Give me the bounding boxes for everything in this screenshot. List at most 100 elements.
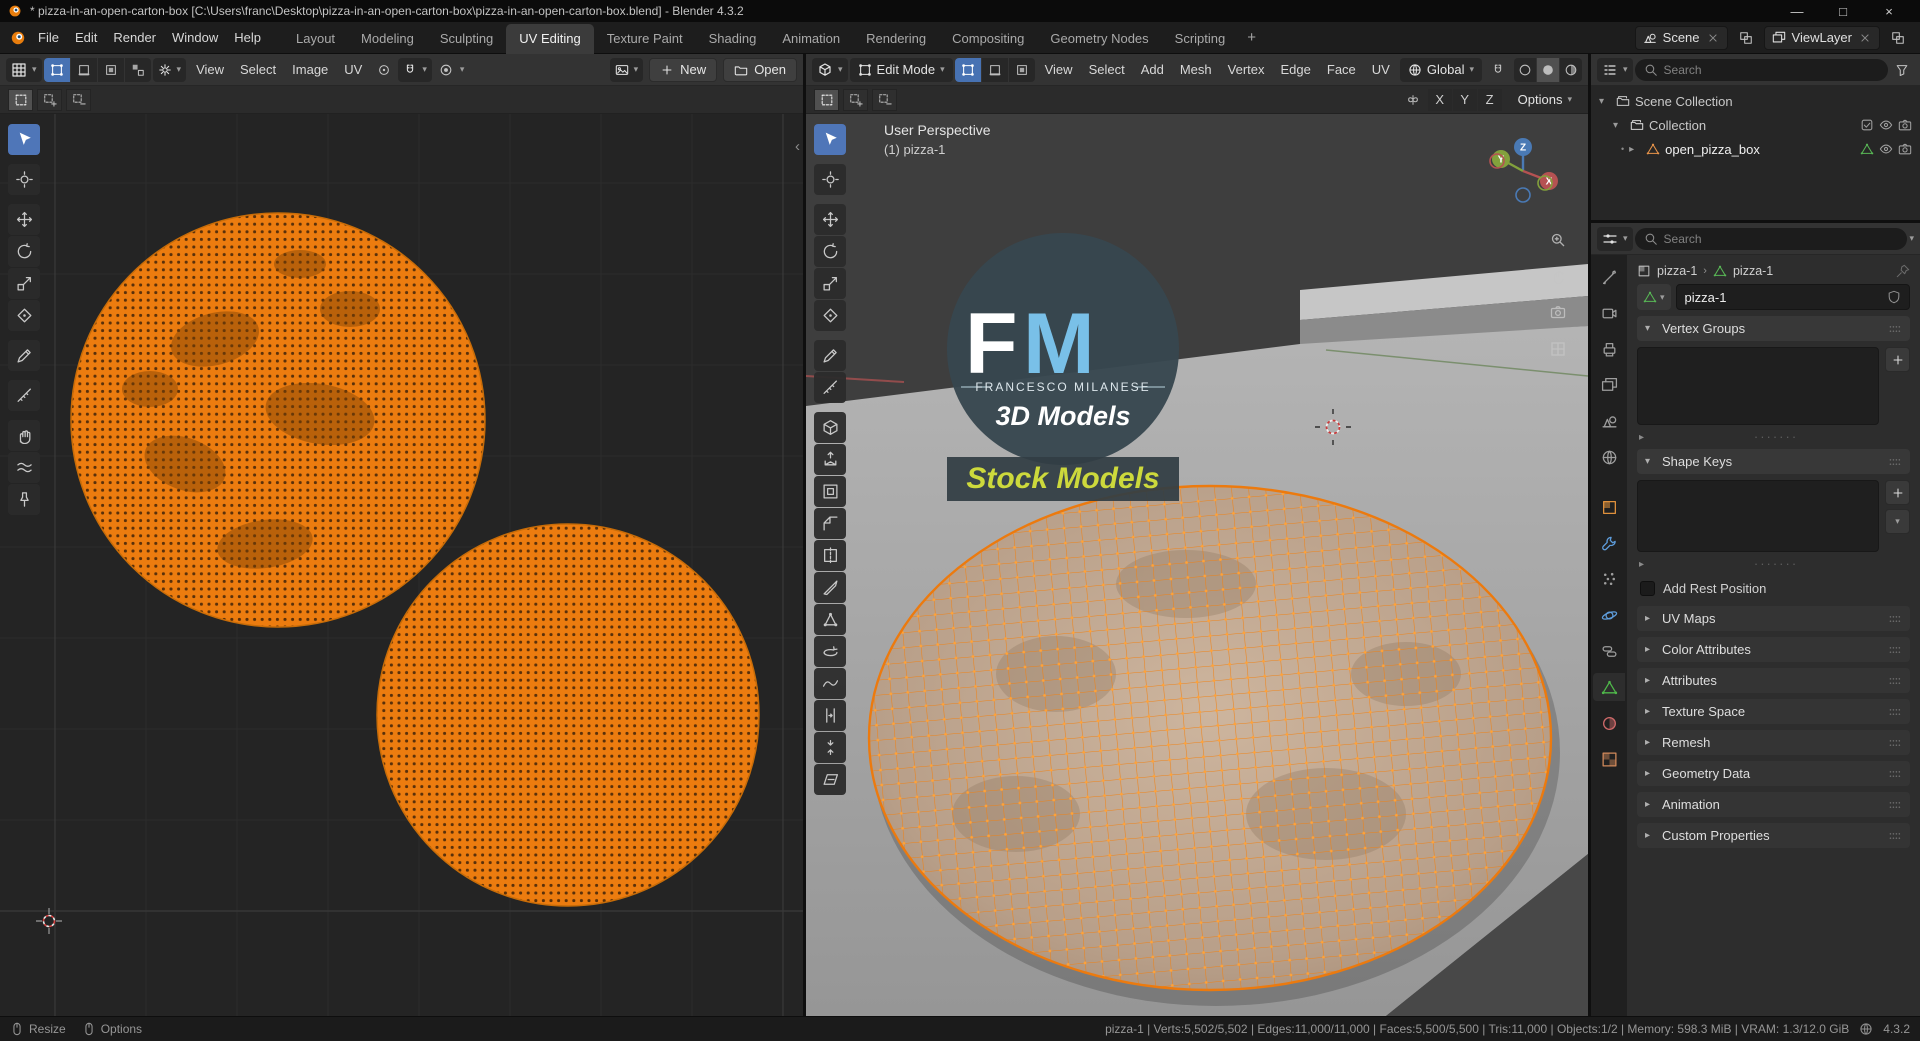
mesh-name-input[interactable] bbox=[1684, 289, 1881, 305]
menu-file[interactable]: File bbox=[30, 26, 67, 49]
tool-poly-build[interactable] bbox=[814, 604, 846, 635]
tool-transform[interactable] bbox=[814, 300, 846, 331]
properties-tab-output[interactable] bbox=[1593, 335, 1625, 363]
expand-icon[interactable]: ▾ bbox=[1599, 96, 1611, 107]
workspace-tab-shading[interactable]: Shading bbox=[696, 24, 770, 54]
panel-shape-keys[interactable]: ▾ Shape Keys bbox=[1637, 449, 1910, 474]
add-workspace-button[interactable]: + bbox=[1238, 25, 1265, 50]
menu-edit[interactable]: Edit bbox=[67, 26, 105, 49]
uv-select-island-button[interactable] bbox=[124, 57, 151, 82]
falloff-dropdown[interactable]: ▾ bbox=[460, 65, 465, 74]
shading-material-button[interactable] bbox=[1560, 57, 1582, 82]
tool-cursor[interactable] bbox=[814, 164, 846, 195]
properties-tab-particles[interactable] bbox=[1593, 565, 1625, 593]
blender-menu-button[interactable] bbox=[6, 26, 30, 50]
panel-uv-maps[interactable]: ▸ UV Maps bbox=[1637, 606, 1910, 631]
panel-grip-icon[interactable] bbox=[1888, 736, 1902, 750]
properties-tab-object[interactable] bbox=[1593, 493, 1625, 521]
breadcrumb-data[interactable]: pizza-1 bbox=[1733, 264, 1773, 278]
breadcrumb-object[interactable]: pizza-1 bbox=[1657, 264, 1697, 278]
workspace-tab-scripting[interactable]: Scripting bbox=[1162, 24, 1239, 54]
workspace-tab-layout[interactable]: Layout bbox=[283, 24, 348, 54]
menu-add[interactable]: Add bbox=[1133, 58, 1172, 81]
properties-tab-data[interactable] bbox=[1593, 673, 1625, 701]
mode-dropdown[interactable]: Edit Mode ▾ bbox=[849, 57, 953, 82]
properties-tab-scene[interactable] bbox=[1593, 407, 1625, 435]
menu-edge[interactable]: Edge bbox=[1273, 58, 1319, 81]
editor-type-button[interactable]: ▾ bbox=[812, 57, 848, 82]
proportional-editing-button[interactable] bbox=[434, 58, 458, 82]
select-mode-subtract-button[interactable] bbox=[66, 88, 91, 111]
panel-geometry-data[interactable]: ▸ Geometry Data bbox=[1637, 761, 1910, 786]
tool-add-cube[interactable] bbox=[814, 412, 846, 443]
select-mode-new-button[interactable] bbox=[814, 88, 839, 111]
tool-move[interactable] bbox=[814, 204, 846, 235]
properties-tab-texture[interactable] bbox=[1593, 745, 1625, 773]
properties-tab-modifiers[interactable] bbox=[1593, 529, 1625, 557]
edge-select-button[interactable] bbox=[981, 57, 1008, 82]
outliner-row-open-pizza-box[interactable]: • ▸ open_pizza_box bbox=[1591, 137, 1920, 161]
uv-select-edge-button[interactable] bbox=[70, 57, 97, 82]
panel-grip-icon[interactable] bbox=[1888, 455, 1902, 469]
menu-view[interactable]: View bbox=[188, 58, 232, 81]
workspace-tab-modeling[interactable]: Modeling bbox=[348, 24, 427, 54]
expand-icon[interactable]: ▾ bbox=[1613, 120, 1625, 131]
menu-image[interactable]: Image bbox=[284, 58, 336, 81]
workspace-tab-compositing[interactable]: Compositing bbox=[939, 24, 1037, 54]
properties-tab-material[interactable] bbox=[1593, 709, 1625, 737]
tool-knife[interactable] bbox=[814, 572, 846, 603]
panel-color-attributes[interactable]: ▸ Color Attributes bbox=[1637, 637, 1910, 662]
add-shape-key-button[interactable] bbox=[1885, 480, 1910, 505]
menu-render[interactable]: Render bbox=[105, 26, 164, 49]
workspace-tab-uv-editing[interactable]: UV Editing bbox=[506, 23, 594, 54]
tool-annotate[interactable] bbox=[8, 340, 40, 371]
hide-eye-icon[interactable] bbox=[1879, 118, 1893, 132]
tool-scale[interactable] bbox=[8, 268, 40, 299]
viewport-3d-scene[interactable]: F M FRANCESCO MILANESE 3D Models Stock M… bbox=[806, 114, 1588, 1016]
uv-canvas[interactable] bbox=[0, 114, 803, 1016]
shape-keys-list[interactable] bbox=[1637, 480, 1879, 552]
fake-user-shield-icon[interactable] bbox=[1887, 290, 1901, 304]
render-camera-icon[interactable] bbox=[1898, 142, 1912, 156]
scene-selector[interactable]: Scene bbox=[1634, 25, 1728, 50]
mirror-toggle-x[interactable]: X bbox=[1427, 88, 1452, 111]
tool-bevel[interactable] bbox=[814, 508, 846, 539]
tool-pin[interactable] bbox=[8, 484, 40, 515]
panel-grip-icon[interactable] bbox=[1888, 674, 1902, 688]
menu-help[interactable]: Help bbox=[226, 26, 269, 49]
properties-filter-dropdown[interactable]: ▾ bbox=[1909, 234, 1914, 243]
properties-tab-tool[interactable] bbox=[1593, 263, 1625, 291]
tool-grab[interactable] bbox=[8, 420, 40, 451]
tool-shrink-fatten[interactable] bbox=[814, 732, 846, 763]
tool-loop-cut[interactable] bbox=[814, 540, 846, 571]
list-resize-grip[interactable]: ······· bbox=[1754, 430, 1798, 443]
editor-type-button[interactable]: ▾ bbox=[1597, 226, 1633, 251]
panel-grip-icon[interactable] bbox=[1888, 767, 1902, 781]
menu-uv[interactable]: UV bbox=[1364, 58, 1398, 81]
properties-search-input[interactable] bbox=[1663, 231, 1899, 246]
workspace-tab-texture-paint[interactable]: Texture Paint bbox=[594, 24, 696, 54]
list-resize-grip[interactable]: ······· bbox=[1754, 557, 1798, 570]
editor-type-button[interactable]: ▾ bbox=[1597, 57, 1633, 82]
tool-rotate[interactable] bbox=[8, 236, 40, 267]
select-mode-extend-button[interactable] bbox=[37, 88, 62, 111]
tool-measure[interactable] bbox=[814, 372, 846, 403]
list-filter-toggle[interactable]: ▸ bbox=[1639, 432, 1644, 443]
uv-island-large[interactable] bbox=[70, 212, 486, 628]
properties-tab-render[interactable] bbox=[1593, 299, 1625, 327]
tool-annotate[interactable] bbox=[814, 340, 846, 371]
vertex-select-button[interactable] bbox=[954, 57, 981, 82]
menu-vertex[interactable]: Vertex bbox=[1220, 58, 1273, 81]
region-collapse-arrow[interactable]: ‹ bbox=[795, 138, 800, 155]
panel-vertex-groups[interactable]: ▾ Vertex Groups bbox=[1637, 316, 1910, 341]
mirror-toggle-z[interactable]: Z bbox=[1477, 88, 1502, 111]
properties-tab-constraints[interactable] bbox=[1593, 637, 1625, 665]
select-mode-extend-button[interactable] bbox=[843, 88, 868, 111]
pivot-point-button[interactable] bbox=[372, 58, 396, 82]
tool-cursor[interactable] bbox=[8, 164, 40, 195]
menu-view[interactable]: View bbox=[1037, 58, 1081, 81]
sticky-selection-button[interactable]: ▾ bbox=[152, 57, 187, 82]
panel-grip-icon[interactable] bbox=[1888, 322, 1902, 336]
image-browse-button[interactable]: ▾ bbox=[609, 57, 644, 82]
menu-select[interactable]: Select bbox=[1081, 58, 1133, 81]
